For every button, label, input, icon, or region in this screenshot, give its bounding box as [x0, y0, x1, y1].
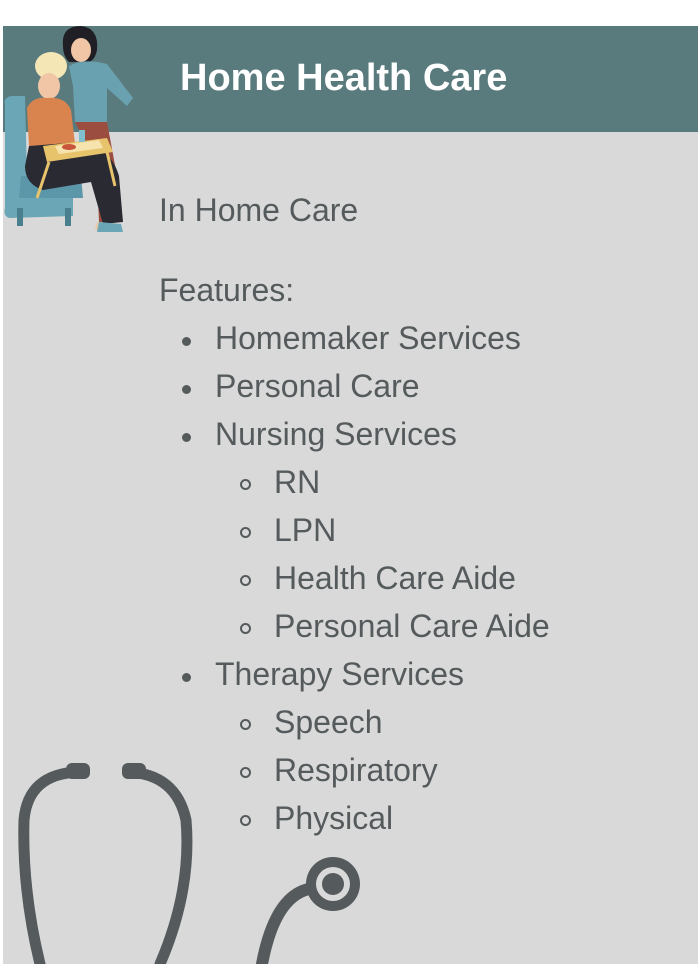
- list-item-label: Homemaker Services: [215, 320, 521, 356]
- hollow-bullet-icon: [240, 527, 251, 538]
- subtitle: In Home Care: [159, 192, 359, 228]
- hollow-bullet-icon: [240, 719, 251, 730]
- list-item-label: Nursing Services: [215, 416, 457, 452]
- page-title: Home Health Care: [180, 57, 508, 99]
- list-item-label: Therapy Services: [215, 656, 464, 692]
- sub-list-item-label: RN: [274, 464, 321, 500]
- sub-list-item-label: Personal Care Aide: [274, 608, 550, 644]
- hollow-bullet-icon: [240, 623, 251, 634]
- stethoscope-icon: [18, 763, 360, 964]
- sub-list-item-label: LPN: [274, 512, 337, 548]
- hollow-bullet-icon: [240, 479, 251, 490]
- bullet-icon: [182, 433, 191, 442]
- bullet-icon: [182, 385, 191, 394]
- caregiver-illustration-icon: [4, 26, 133, 232]
- sub-list-item-label: Health Care Aide: [274, 560, 516, 596]
- bullet-icon: [182, 673, 191, 682]
- bullet-icon: [182, 337, 191, 346]
- features-label: Features:: [159, 272, 295, 308]
- sub-list-item-label: Speech: [274, 704, 383, 740]
- hollow-bullet-icon: [240, 575, 251, 586]
- list-item-label: Personal Care: [215, 368, 420, 404]
